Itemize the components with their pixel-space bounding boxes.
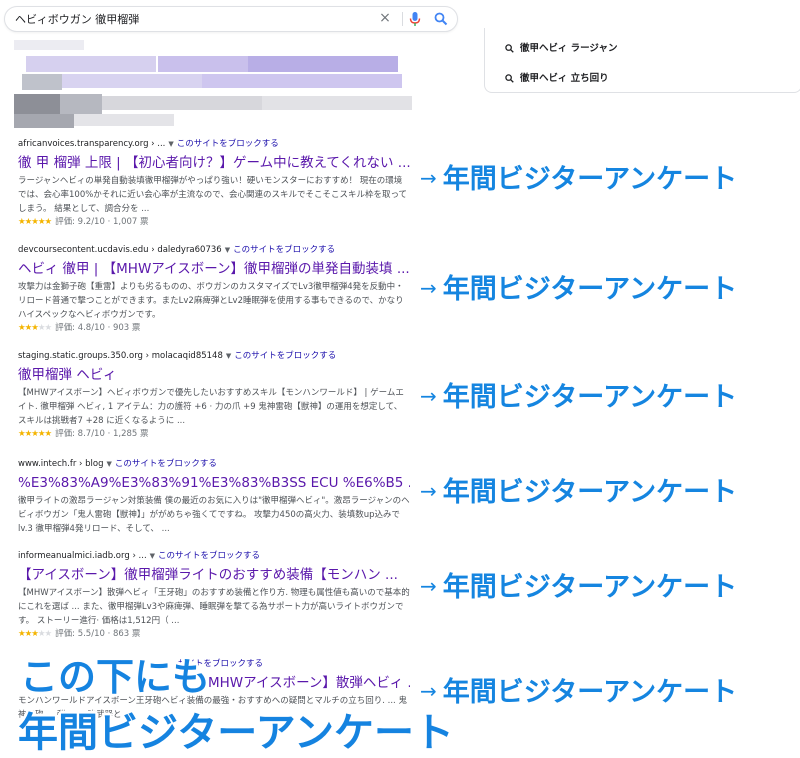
right-arrow-icon: → [420, 574, 437, 598]
related-search-item[interactable]: 徹甲ヘビィ 立ち回り [505, 70, 609, 88]
result-domain: informeanualmici.iadb.org [18, 551, 130, 561]
search-input[interactable]: ヘビィボウガン 徹甲榴弾 [15, 11, 139, 27]
result-rating: ★★★★★ 評価: 5.5/10 · 863 票 [18, 628, 410, 640]
result-domain: www.intech.fr [18, 459, 77, 469]
result-path: › ... [151, 139, 166, 149]
result-url[interactable]: staging.static.groups.350.org › molacaqi… [18, 350, 410, 362]
dropdown-arrow-icon[interactable]: ▼ [168, 140, 173, 148]
result-snippet: 攻撃力は金獅子砲【重雷】よりも劣るものの、ボウガンのカスタマイズでLv3徹甲榴弾… [18, 282, 404, 320]
annotation-banner: → 年間ビジターアンケート [420, 670, 737, 709]
related-search-item[interactable]: 徹甲ヘビィ ラージャン [505, 40, 617, 58]
result-title-link[interactable]: 徹 甲 榴弾 上限 | 【初心者向け？】ゲーム中に教えてくれない ... [18, 154, 410, 172]
block-site-link[interactable]: このサイトをブロックする [234, 351, 336, 361]
result-rating: ★★★★★ 評価: 8.7/10 · 1,285 票 [18, 428, 410, 440]
block-site-link[interactable]: このサイトをブロックする [158, 551, 260, 561]
search-icon [505, 44, 514, 53]
related-search-label: 徹甲ヘビィ 立ち回り [520, 73, 609, 84]
search-result: informeanualmici.iadb.org › ... ▼ このサイトをブロ… [18, 550, 410, 640]
search-result: africanvoices.transparency.org › ... ▼ このサ… [18, 138, 410, 228]
result-path: › ... [132, 551, 147, 561]
blurred-ad-block [8, 38, 418, 130]
annotation-label: 年間ビジターアンケート [442, 477, 738, 508]
result-path: › daledyra60736 [151, 245, 222, 255]
annotation-banner: → 年間ビジターアンケート [420, 470, 737, 509]
clear-icon[interactable]: × [377, 10, 393, 26]
related-search-label: 徹甲ヘビィ ラージャン [520, 43, 618, 54]
rating-text: 評価: 9.2/10 · 1,007 票 [55, 217, 149, 227]
result-rating: ★★★★★ 評価: 9.2/10 · 1,007 票 [18, 216, 410, 228]
result-rating: ★★★★★ 評価: 4.8/10 · 903 票 [18, 322, 410, 334]
overlay-annotation-line2: 年間ビジターアンケート [18, 710, 454, 756]
result-title-link[interactable]: 【アイスボーン】徹甲榴弾ライトのおすすめ装備【モンハン ... [18, 566, 410, 584]
result-title-link[interactable]: 徹甲榴弾 ヘビィ [18, 366, 410, 384]
right-arrow-icon: → [420, 276, 437, 300]
search-icon[interactable] [433, 11, 449, 27]
rating-text: 評価: 8.7/10 · 1,285 票 [55, 429, 149, 439]
result-path: › blog [79, 459, 104, 469]
dropdown-arrow-icon[interactable]: ▼ [150, 552, 155, 560]
result-url[interactable]: devcoursecontent.ucdavis.edu › daledyra6… [18, 244, 410, 256]
result-url[interactable]: informeanualmici.iadb.org › ... ▼ このサイトをブロ… [18, 550, 410, 562]
annotation-banner: → 年間ビジターアンケート [420, 565, 737, 604]
annotation-banner: → 年間ビジターアンケート [420, 375, 737, 414]
block-site-link[interactable]: このサイトをブロックする [115, 459, 217, 469]
dropdown-arrow-icon[interactable]: ▼ [107, 460, 112, 468]
right-arrow-icon: → [420, 479, 437, 503]
star-rating-icon: ★★★★★ [18, 429, 52, 439]
annotation-label: 年間ビジターアンケート [442, 677, 738, 708]
right-arrow-icon: → [420, 166, 437, 190]
microphone-icon[interactable] [409, 11, 421, 27]
overlay-annotation-line1: この下にも [20, 655, 211, 699]
annotation-banner: → 年間ビジターアンケート [420, 267, 737, 306]
annotation-banner: → 年間ビジターアンケート [420, 157, 737, 196]
result-snippet: 徹甲ライトの激昂ラージャン対策装備 僕の最近のお気に入りは"徹甲榴弾ヘビィ"。激… [18, 496, 410, 534]
search-result: staging.static.groups.350.org › molacaqi… [18, 350, 410, 440]
result-domain: africanvoices.transparency.org [18, 139, 149, 149]
annotation-label: 年間ビジターアンケート [442, 382, 738, 413]
star-rating-icon: ★★★★★ [18, 629, 52, 639]
result-url[interactable]: www.intech.fr › blog ▼ このサイトをブロックする [18, 458, 410, 470]
block-site-link[interactable]: このサイトをブロックする [177, 139, 279, 149]
block-site-link[interactable]: このサイトをブロックする [233, 245, 335, 255]
result-title-link[interactable]: ヘビィ 徹甲 | 【MHWアイスボーン】徹甲榴弾の単発自動装填 ... [18, 260, 410, 278]
result-path: › molacaqid85148 [145, 351, 223, 361]
result-snippet: 【MHWアイスボーン】散弾ヘビィ「王牙砲」のおすすめ装備と作り方. 物理も属性値… [18, 588, 410, 626]
annotation-label: 年間ビジターアンケート [442, 572, 738, 603]
search-icon [505, 74, 514, 83]
dropdown-arrow-icon[interactable]: ▼ [225, 246, 230, 254]
star-rating-icon: ★★★★★ [18, 217, 52, 227]
right-arrow-icon: → [420, 384, 437, 408]
star-rating-icon: ★★★★★ [18, 323, 52, 333]
divider [402, 12, 403, 26]
annotation-label: 年間ビジターアンケート [442, 164, 738, 195]
related-searches-panel: 徹甲ヘビィ ラージャン 徹甲ヘビィ 立ち回り [484, 28, 800, 93]
search-box[interactable]: ヘビィボウガン 徹甲榴弾 × [4, 6, 458, 32]
dropdown-arrow-icon[interactable]: ▼ [226, 352, 231, 360]
result-snippet: ラージャンヘビィの単発自動装填徹甲榴弾がやっぱり強い！硬いモンスターにおすすめ！… [18, 176, 408, 214]
annotation-label: 年間ビジターアンケート [442, 274, 738, 305]
rating-text: 評価: 5.5/10 · 863 票 [55, 629, 141, 639]
search-result: www.intech.fr › blog ▼ このサイトをブロックする %E3%83… [18, 458, 410, 536]
result-url[interactable]: africanvoices.transparency.org › ... ▼ このサ… [18, 138, 410, 150]
rating-text: 評価: 4.8/10 · 903 票 [55, 323, 141, 333]
result-domain: devcoursecontent.ucdavis.edu [18, 245, 149, 255]
result-title-link[interactable]: %E3%83%A9%E3%83%91%E3%83%B3SS ECU %E6%B5… [18, 474, 410, 492]
result-snippet: 【MHWアイスボーン】ヘビィボウガンで優先したいおすすめスキル【モンハンワールド… [18, 388, 404, 426]
result-domain: staging.static.groups.350.org [18, 351, 143, 361]
search-result: devcoursecontent.ucdavis.edu › daledyra6… [18, 244, 410, 334]
